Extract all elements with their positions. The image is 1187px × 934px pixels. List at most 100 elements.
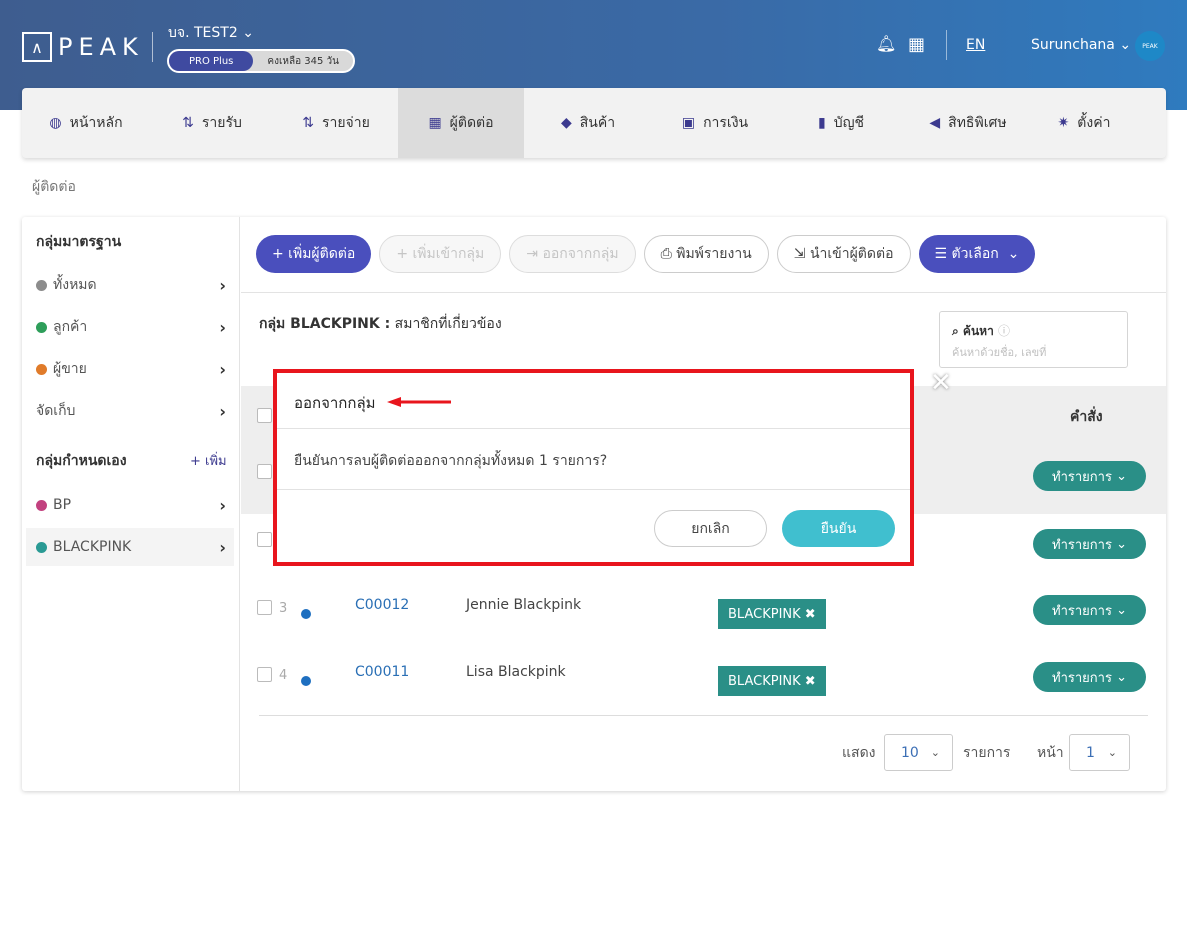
nav-item-dashboard[interactable]: ◍ หน้าหลัก bbox=[22, 88, 150, 158]
chevron-right-icon: › bbox=[219, 275, 226, 295]
megaphone-icon: ◀ bbox=[929, 115, 941, 131]
leave-group-dialog: ออกจากกลุ่ม ยืนยันการลบผู้ติดต่อออกจากกล… bbox=[273, 369, 914, 566]
search-input[interactable]: ⌕ ค้นหา ⓘ ค้นหาด้วยชื่อ, เลขที่ bbox=[939, 311, 1128, 368]
row-number: 4 bbox=[279, 668, 288, 683]
row-checkbox[interactable] bbox=[257, 667, 272, 682]
chevron-down-icon: ⌄ bbox=[1107, 746, 1117, 759]
standard-groups-heading: กลุ่มมาตรฐาน bbox=[36, 234, 122, 250]
print-report-button[interactable]: ⎙ พิมพ์รายงาน bbox=[643, 235, 769, 273]
apps-grid-icon[interactable]: ▦ bbox=[908, 34, 925, 55]
income-icon: ⇅ bbox=[182, 115, 194, 131]
bell-icon[interactable]: 🔔︎ bbox=[876, 34, 896, 53]
remove-tag-icon[interactable]: ✖ bbox=[801, 607, 816, 622]
nav-item-megaphone[interactable]: ◀ สิทธิพิเศษ bbox=[904, 88, 1032, 158]
dialog-message: ยืนยันการลบผู้ติดต่อออกจากกลุ่มทั้งหมด 1… bbox=[294, 453, 608, 469]
add-contact-button[interactable]: + เพิ่มผู้ติดต่อ bbox=[256, 235, 372, 273]
sidebar-item-blackpink[interactable]: BLACKPINK › bbox=[26, 528, 234, 566]
company-selector[interactable]: บจ. TEST2 ⌄ bbox=[168, 22, 254, 44]
custom-groups-heading: กลุ่มกำหนดเอง bbox=[36, 453, 127, 469]
chevron-right-icon: › bbox=[219, 359, 226, 379]
expense-icon: ⇅ bbox=[302, 115, 314, 131]
row-number: 3 bbox=[279, 601, 288, 616]
chevron-right-icon: › bbox=[219, 537, 226, 557]
status-dot bbox=[301, 609, 311, 619]
sidebar-item-all[interactable]: ทั้งหมด › bbox=[26, 266, 234, 304]
row-action-button[interactable]: ทำรายการ ⌄ bbox=[1033, 461, 1146, 491]
product-icon: ◆ bbox=[560, 115, 572, 131]
nav-item-contacts[interactable]: ▦ ผู้ติดต่อ bbox=[398, 88, 524, 158]
nav-item-label: หน้าหลัก bbox=[69, 115, 123, 131]
toolbar: + เพิ่มผู้ติดต่อ + เพิ่มเข้ากลุ่ม ⇥ ออกจ… bbox=[256, 235, 1036, 273]
confirm-button[interactable]: ยืนยัน bbox=[782, 510, 895, 547]
contacts-icon: ▦ bbox=[428, 115, 442, 131]
leave-group-button[interactable]: ⇥ ออกจากกลุ่ม bbox=[509, 235, 636, 273]
help-icon: ⓘ bbox=[998, 324, 1011, 338]
nav-item-money[interactable]: ▣ การเงิน bbox=[652, 88, 778, 158]
avatar[interactable]: PEAK bbox=[1135, 31, 1165, 61]
add-group-link[interactable]: + เพิ่ม bbox=[190, 450, 227, 471]
dialog-title: ออกจากกลุ่ม bbox=[294, 394, 376, 412]
money-icon: ▣ bbox=[681, 115, 696, 131]
nav-item-label: สินค้า bbox=[579, 115, 616, 131]
divider bbox=[277, 489, 910, 490]
sidebar-item-archived[interactable]: จัดเก็บ › bbox=[26, 392, 234, 430]
chevron-right-icon: › bbox=[219, 495, 226, 515]
contact-code-link[interactable]: C00012 bbox=[355, 597, 409, 613]
sidebar-item-vendors[interactable]: ผู้ขาย › bbox=[26, 350, 234, 388]
breadcrumb: ผู้ติดต่อ bbox=[32, 179, 76, 195]
select-all-checkbox[interactable] bbox=[257, 408, 272, 423]
contact-code-link[interactable]: C00011 bbox=[355, 664, 409, 680]
user-menu[interactable]: Surunchana ⌄ bbox=[1031, 37, 1131, 53]
close-icon[interactable]: ✕ bbox=[930, 368, 952, 398]
menu-icon: ☰ bbox=[934, 246, 952, 262]
sidebar-item-bp[interactable]: BP › bbox=[26, 486, 234, 524]
command-column-header: คำสั่ง bbox=[1070, 409, 1103, 425]
nav-item-product[interactable]: ◆ สินค้า bbox=[524, 88, 652, 158]
language-link[interactable]: EN bbox=[966, 37, 985, 53]
remove-tag-icon[interactable]: ✖ bbox=[801, 674, 816, 689]
header-divider bbox=[946, 30, 947, 60]
dashboard-icon: ◍ bbox=[49, 115, 62, 131]
chevron-down-icon: ⌄ bbox=[930, 746, 940, 759]
row-action-button[interactable]: ทำรายการ ⌄ bbox=[1033, 595, 1146, 625]
nav-item-label: ผู้ติดต่อ bbox=[449, 115, 494, 131]
show-label: แสดง bbox=[842, 745, 876, 761]
options-button[interactable]: ☰ ตัวเลือก ⌄ bbox=[918, 235, 1036, 273]
import-contacts-button[interactable]: ⇲ นำเข้าผู้ติดต่อ bbox=[776, 235, 911, 273]
row-checkbox[interactable] bbox=[257, 532, 272, 547]
chevron-down-icon: ⌄ bbox=[242, 25, 254, 41]
sidebar-item-customers[interactable]: ลูกค้า › bbox=[26, 308, 234, 346]
header-divider bbox=[152, 32, 153, 62]
row-checkbox[interactable] bbox=[257, 464, 272, 479]
row-action-button[interactable]: ทำรายการ ⌄ bbox=[1033, 662, 1146, 692]
group-color-dot bbox=[36, 499, 47, 511]
group-color-dot bbox=[36, 321, 47, 333]
chevron-right-icon: › bbox=[219, 317, 226, 337]
plan-name: PRO Plus bbox=[169, 51, 254, 71]
row-checkbox[interactable] bbox=[257, 600, 272, 615]
search-placeholder: ค้นหาด้วยชื่อ, เลขที่ bbox=[952, 346, 1047, 359]
search-icon: ⌕ bbox=[952, 324, 959, 338]
group-title: กลุ่ม BLACKPINK : สมาชิกที่เกี่ยวข้อง bbox=[259, 316, 502, 332]
nav-item-income[interactable]: ⇅ รายรับ bbox=[150, 88, 274, 158]
row-action-button[interactable]: ทำรายการ ⌄ bbox=[1033, 529, 1146, 559]
nav-item-label: สิทธิพิเศษ bbox=[948, 115, 1007, 131]
nav-item-label: รายรับ bbox=[201, 115, 242, 131]
chevron-down-icon: ⌄ bbox=[998, 246, 1020, 262]
days-left: คงเหลือ 345 วัน bbox=[267, 55, 340, 67]
cancel-button[interactable]: ยกเลิก bbox=[654, 510, 767, 547]
annotation-arrow-icon bbox=[387, 397, 451, 407]
peak-logo[interactable]: ∧ PEAK bbox=[22, 32, 144, 62]
nav-item-gear[interactable]: ✷ ตั้งค่า bbox=[1032, 88, 1136, 158]
group-color-dot bbox=[36, 279, 47, 291]
nav-item-label: รายจ่าย bbox=[321, 115, 370, 131]
page-select[interactable]: 1 ⌄ bbox=[1069, 734, 1130, 771]
add-to-group-button[interactable]: + เพิ่มเข้ากลุ่ม bbox=[379, 235, 502, 273]
nav-item-expense[interactable]: ⇅ รายจ่าย bbox=[274, 88, 398, 158]
nav-item-account-book[interactable]: ▮ บัญชี bbox=[778, 88, 904, 158]
contact-name: Jennie Blackpink bbox=[466, 597, 582, 613]
contact-name: Lisa Blackpink bbox=[466, 664, 566, 680]
divider bbox=[241, 292, 1166, 293]
per-page-select[interactable]: 10 ⌄ bbox=[884, 734, 953, 771]
items-label: รายการ bbox=[963, 745, 1011, 761]
